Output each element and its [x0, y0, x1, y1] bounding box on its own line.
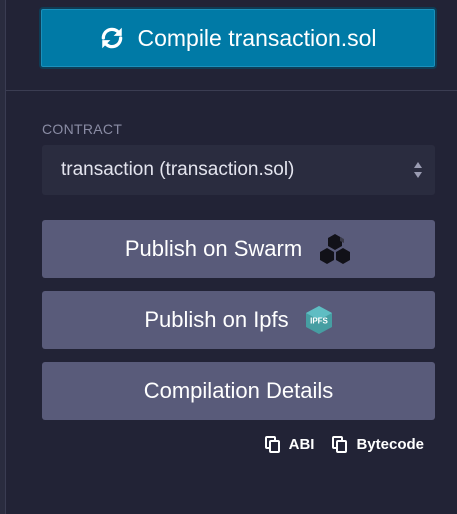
copy-abi-label: ABI	[288, 436, 315, 453]
select-arrows-icon	[413, 161, 423, 179]
compilation-details-button[interactable]: Compilation Details	[42, 362, 435, 420]
publish-ipfs-button[interactable]: Publish on Ipfs IPFS	[42, 291, 435, 349]
refresh-icon	[99, 25, 125, 51]
contract-select-value: transaction (transaction.sol)	[61, 159, 295, 180]
compilation-details-label: Compilation Details	[143, 378, 334, 403]
contract-select[interactable]: transaction (transaction.sol)	[42, 145, 435, 195]
copy-abi-button[interactable]: ABI	[264, 436, 315, 453]
ipfs-badge-text: IPFS	[310, 317, 328, 326]
publish-swarm-button[interactable]: Publish on Swarm	[42, 220, 435, 278]
publish-swarm-label: Publish on Swarm	[124, 236, 303, 261]
compile-button-label: Compile transaction.sol	[137, 24, 377, 51]
ipfs-logo-icon: IPFS	[305, 305, 333, 335]
side-panel-border	[0, 0, 6, 514]
copy-bytecode-button[interactable]: Bytecode	[332, 436, 424, 453]
copy-links: ABI Bytecode	[264, 436, 424, 453]
publish-ipfs-label: Publish on Ipfs	[144, 307, 289, 332]
swarm-logo-icon	[318, 233, 352, 265]
copy-icon	[332, 436, 348, 453]
section-divider	[6, 90, 457, 91]
compile-button[interactable]: Compile transaction.sol	[39, 7, 437, 69]
contract-section-label: CONTRACT	[42, 121, 123, 137]
copy-bytecode-label: Bytecode	[356, 436, 424, 453]
copy-icon	[264, 436, 280, 453]
